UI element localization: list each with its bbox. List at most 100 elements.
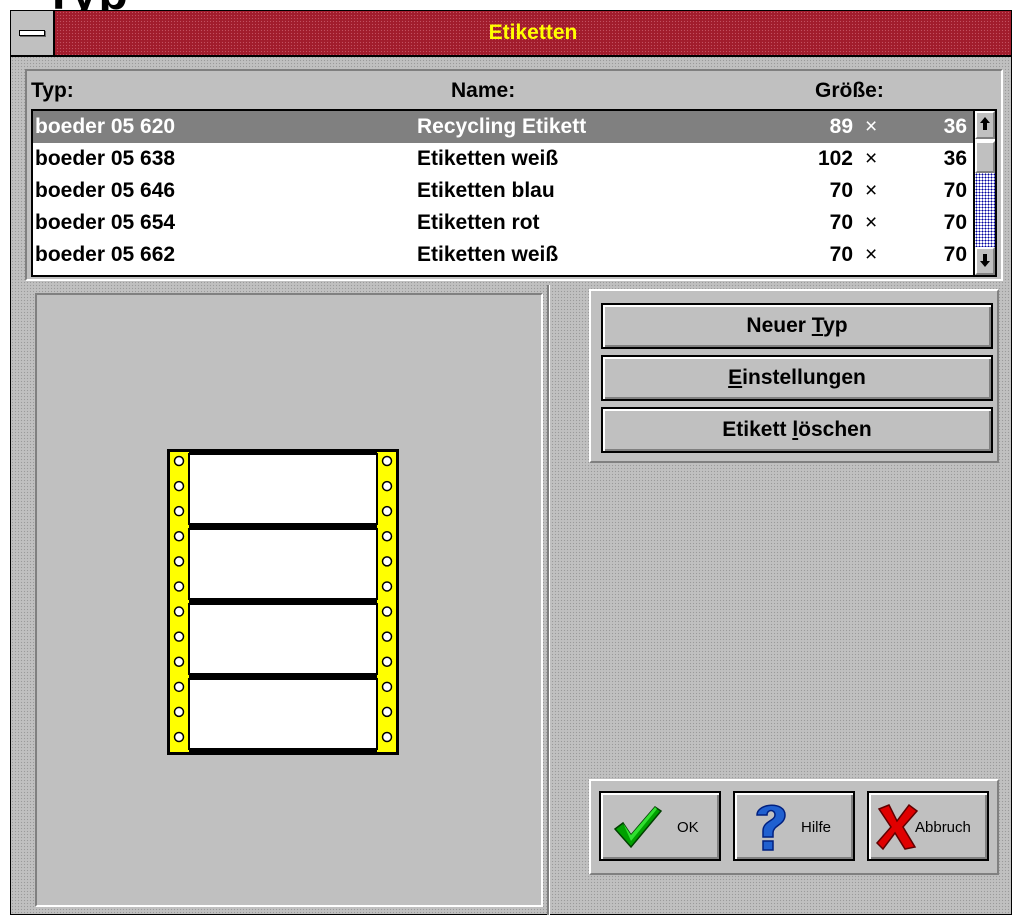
list-row[interactable]: boeder 05 654 Etiketten rot 70 × 70	[33, 207, 977, 239]
feed-hole	[173, 681, 185, 693]
feed-hole	[381, 480, 393, 492]
row-width: 102	[817, 147, 853, 170]
header-name: Name:	[451, 79, 516, 102]
row-times: ×	[865, 147, 878, 170]
feed-hole	[381, 581, 393, 592]
red-x-icon	[875, 803, 919, 851]
row-name: Etiketten rot	[417, 211, 540, 234]
feed-hole	[381, 656, 393, 667]
list-header: Typ: Name: Größe:	[31, 73, 997, 107]
scroll-thumb[interactable]	[975, 141, 995, 173]
title-bar[interactable]: Etiketten	[11, 11, 1011, 57]
feed-hole	[381, 631, 393, 642]
ok-button[interactable]: OK	[599, 791, 721, 861]
feed-hole	[173, 556, 185, 567]
delete-label-post: öschen	[798, 418, 872, 441]
row-width: 70	[829, 179, 853, 202]
arrow-up-icon	[980, 117, 990, 130]
help-button[interactable]: Hilfe	[733, 791, 855, 861]
row-typ: boeder 05 646	[35, 179, 176, 202]
list-row[interactable]: boeder 05 646 Etiketten blau 70 × 70	[33, 175, 977, 207]
new-type-accel: T	[811, 314, 824, 337]
scroll-down-button[interactable]	[975, 247, 995, 275]
arrow-down-icon	[980, 254, 990, 267]
window-title: Etiketten	[488, 21, 578, 44]
row-times: ×	[865, 115, 878, 138]
system-menu-icon	[19, 30, 45, 36]
row-height: 70	[943, 243, 967, 266]
row-typ: boeder 05 654	[35, 211, 176, 234]
row-name: Etiketten weiß	[417, 243, 559, 266]
list-scrollbar[interactable]	[973, 111, 995, 275]
system-menu-button[interactable]	[11, 11, 55, 55]
cancel-label: Abbruch	[915, 819, 971, 836]
new-type-label-post: yp	[823, 314, 848, 337]
scroll-track[interactable]	[975, 173, 995, 247]
settings-label-post: instellungen	[742, 366, 866, 389]
label-preview-cell	[188, 678, 378, 750]
action-button-group: Neuer Typ Einstellungen Etikett löschen	[589, 289, 999, 463]
delete-label-pre: Etikett	[722, 418, 793, 441]
help-label: Hilfe	[801, 819, 832, 836]
cancel-button[interactable]: Abbruch	[867, 791, 989, 861]
feed-hole	[381, 606, 393, 617]
settings-accel: E	[728, 366, 743, 389]
feed-hole	[381, 455, 393, 467]
new-type-button[interactable]: Neuer Typ	[601, 303, 993, 349]
row-height: 36	[943, 147, 967, 170]
ok-label: OK	[677, 819, 699, 836]
question-mark-icon	[756, 804, 786, 851]
label-sheet-preview	[167, 449, 399, 755]
list-row[interactable]: boeder 05 662 Etiketten weiß 70 × 70	[33, 239, 977, 271]
feed-hole	[173, 531, 185, 542]
settings-button[interactable]: Einstellungen	[601, 355, 993, 401]
delete-label-button[interactable]: Etikett löschen	[601, 407, 993, 453]
background-window-text: Typ	[44, 0, 129, 10]
list-row[interactable]: boeder 05 638 Etiketten weiß 102 × 36	[33, 143, 977, 175]
feed-hole	[381, 531, 393, 542]
row-times: ×	[865, 243, 878, 266]
feed-hole	[381, 681, 393, 693]
label-preview-cell	[188, 528, 378, 600]
checkmark-icon	[613, 806, 663, 849]
row-typ: boeder 05 662	[35, 243, 176, 266]
label-preview-cell	[188, 453, 378, 525]
feed-hole	[381, 706, 393, 718]
feed-hole	[173, 581, 185, 592]
panel-divider	[547, 285, 550, 915]
row-typ: boeder 05 638	[35, 147, 176, 170]
label-type-listbox[interactable]: boeder 05 620 Recycling Etikett 89 × 36 …	[31, 109, 997, 277]
feed-hole	[381, 556, 393, 567]
dialog-button-group: OK Hilfe Abbruch	[589, 779, 999, 875]
row-height: 70	[943, 211, 967, 234]
feed-hole	[173, 505, 185, 517]
list-row[interactable]: boeder 05 620 Recycling Etikett 89 × 36	[33, 111, 977, 143]
feed-hole	[173, 455, 185, 467]
feed-hole	[173, 480, 185, 492]
row-name: Recycling Etikett	[417, 115, 587, 138]
feed-hole	[173, 606, 185, 617]
feed-hole	[381, 505, 393, 517]
header-typ: Typ:	[31, 79, 74, 102]
etiketten-dialog: Etiketten Typ: Name: Größe: boeder 05 62…	[10, 10, 1012, 915]
header-size: Größe:	[815, 79, 884, 102]
new-type-label-pre: Neuer	[746, 314, 812, 337]
row-times: ×	[865, 179, 878, 202]
label-preview-cell	[188, 603, 378, 675]
row-height: 36	[943, 115, 967, 138]
feed-hole	[173, 731, 185, 743]
row-width: 89	[829, 115, 853, 138]
row-typ: boeder 05 620	[35, 115, 176, 138]
row-width: 70	[829, 211, 853, 234]
row-name: Etiketten weiß	[417, 147, 559, 170]
feed-hole	[173, 706, 185, 718]
label-preview-panel	[35, 293, 543, 907]
label-type-list-panel: Typ: Name: Größe: boeder 05 620 Recyclin…	[25, 69, 1003, 281]
feed-hole	[381, 731, 393, 743]
feed-hole	[173, 631, 185, 642]
row-height: 70	[943, 179, 967, 202]
row-name: Etiketten blau	[417, 179, 555, 202]
row-width: 70	[829, 243, 853, 266]
scroll-up-button[interactable]	[975, 111, 995, 139]
feed-hole	[173, 656, 185, 667]
